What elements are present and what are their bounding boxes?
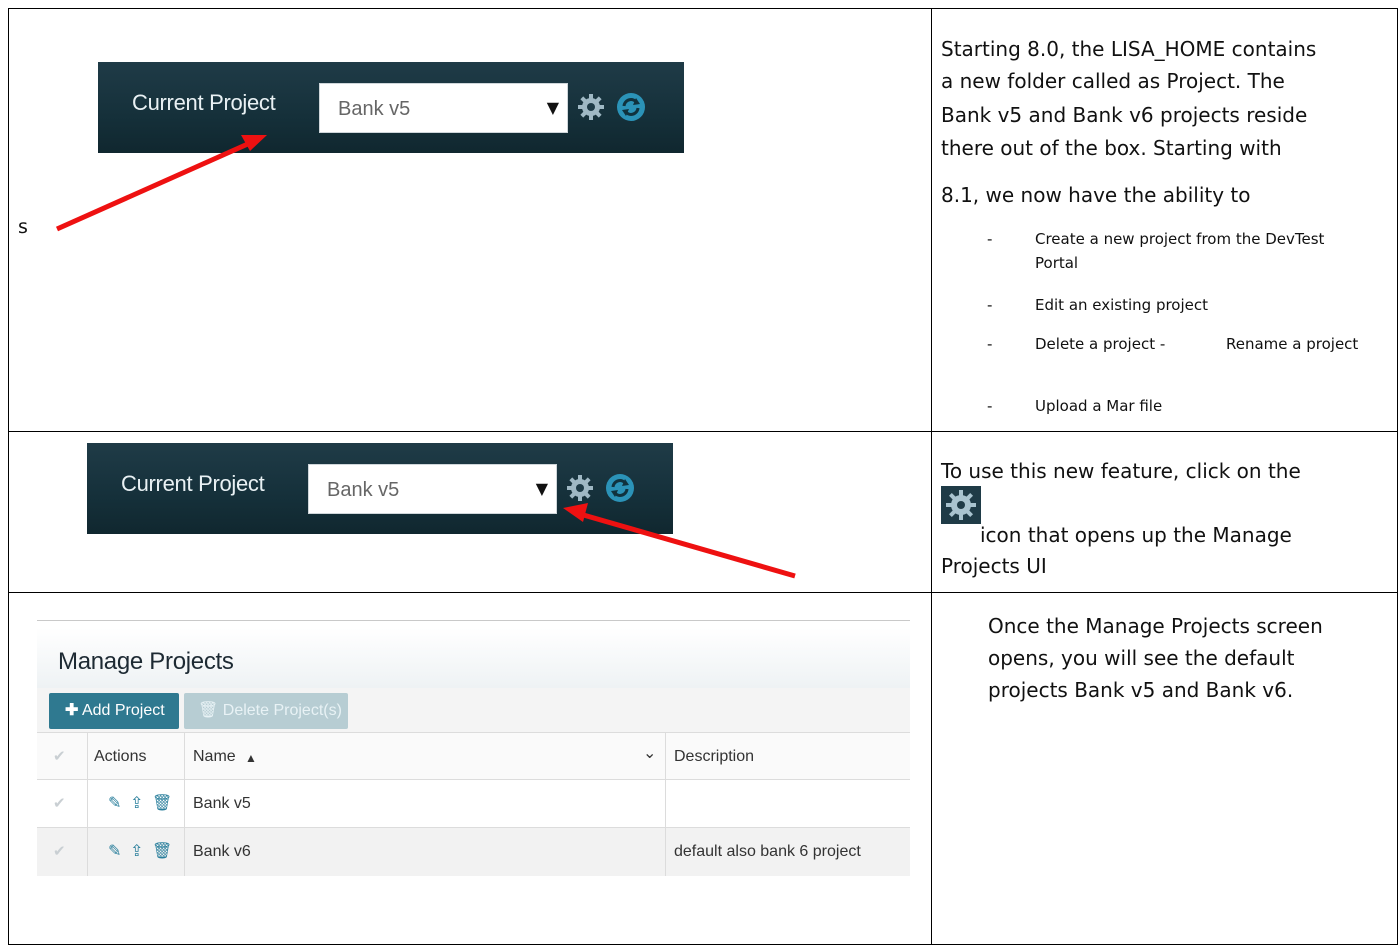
row2-instruction-line-3: Projects UI <box>941 554 1047 578</box>
project-select-value: Bank v5 <box>338 98 411 120</box>
project-select-value: Bank v5 <box>327 479 400 501</box>
delete-projects-button[interactable]: 🗑 Delete Project(s) <box>184 693 348 729</box>
divider <box>37 620 910 621</box>
column-menu-icon[interactable]: ⌄ <box>643 743 656 763</box>
trash-icon[interactable]: 🗑 <box>152 793 172 812</box>
row3-description-line-3: projects Bank v5 and Bank v6. <box>988 678 1294 702</box>
table-row[interactable]: ✔ ✎ ⇪ 🗑 Bank v5 <box>37 780 910 828</box>
add-project-button[interactable]: ✚ Add Project <box>49 693 179 729</box>
list-bullet: - <box>987 230 993 248</box>
row-name-cell: Bank v6 <box>185 828 666 876</box>
list-item-rename: Rename a project <box>1226 335 1359 353</box>
list-bullet: - <box>987 296 993 314</box>
row-actions-cell: ✎ ⇪ 🗑 <box>88 828 185 876</box>
row1-description-line-3: Bank v5 and Bank v6 projects reside <box>941 103 1308 127</box>
project-description: default also bank 6 project <box>674 843 861 860</box>
table-row[interactable]: ✔ ✎ ⇪ 🗑 Bank v6 default also bank 6 proj… <box>37 828 910 876</box>
row-actions-cell: ✎ ⇪ 🗑 <box>88 780 185 827</box>
plus-icon: ✚ <box>65 702 79 719</box>
upload-icon[interactable]: ⇪ <box>130 793 143 812</box>
row2-instruction-line-2: icon that opens up the Manage <box>980 523 1292 547</box>
chevron-down-icon: ▼ <box>535 479 548 498</box>
sort-ascending-icon: ▲ <box>245 751 257 765</box>
refresh-icon[interactable] <box>616 92 646 122</box>
chevron-down-icon: ▼ <box>546 98 559 117</box>
edit-icon[interactable]: ✎ <box>108 793 121 812</box>
row-divider-2 <box>9 592 1397 593</box>
edit-icon[interactable]: ✎ <box>108 841 121 860</box>
delete-projects-label: Delete Project(s) <box>222 702 342 719</box>
manage-projects-panel: Manage Projects ✚ Add Project 🗑 Delete P… <box>37 620 910 881</box>
column-header-label: Description <box>674 748 755 765</box>
row1-description-line-4: there out of the box. Starting with <box>941 136 1282 160</box>
row3-description-line-2: opens, you will see the default <box>988 646 1295 670</box>
column-divider <box>931 9 932 944</box>
check-icon: ✔ <box>53 794 66 812</box>
list-item-create-cont: Portal <box>1035 254 1079 272</box>
current-project-banner: Current Project Bank v5 ▼ <box>87 443 673 534</box>
column-header-description: Description <box>666 733 910 779</box>
row-name-cell: Bank v5 <box>185 780 666 827</box>
current-project-banner: Current Project Bank v5 ▼ <box>98 62 684 153</box>
upload-icon[interactable]: ⇪ <box>130 841 143 860</box>
manage-projects-toolbar: ✚ Add Project 🗑 Delete Project(s) <box>37 688 910 732</box>
page-title: Manage Projects <box>58 648 234 675</box>
column-header-actions: Actions <box>88 733 185 779</box>
table-header-row: ✔ Actions Name ▲ ⌄ Description <box>37 732 910 780</box>
gear-icon <box>941 486 981 524</box>
row3-description-line-1: Once the Manage Projects screen <box>988 614 1323 638</box>
column-header-name[interactable]: Name ▲ ⌄ <box>185 733 666 779</box>
row1-description-line-2: a new folder called as Project. The <box>941 69 1285 93</box>
row2-instruction-line-1: To use this new feature, click on the <box>941 459 1301 483</box>
add-project-label: Add Project <box>81 702 165 719</box>
row1-description-line-1: Starting 8.0, the LISA_HOME contains <box>941 37 1317 61</box>
current-project-label: Current Project <box>121 471 265 496</box>
gear-icon[interactable] <box>576 92 606 122</box>
column-header-label: Name <box>193 748 236 765</box>
current-project-label: Current Project <box>132 90 276 115</box>
list-bullet: - <box>987 335 993 353</box>
project-select[interactable]: Bank v5 ▼ <box>308 464 557 514</box>
list-item-delete: Delete a project - <box>1035 335 1166 353</box>
check-icon: ✔ <box>53 842 66 860</box>
gear-icon[interactable] <box>565 473 595 503</box>
select-all-cell[interactable]: ✔ <box>37 733 88 779</box>
project-name: Bank v5 <box>193 795 251 812</box>
list-item-upload: Upload a Mar file <box>1035 397 1163 415</box>
refresh-icon[interactable] <box>605 473 635 503</box>
stray-text: s <box>18 216 28 238</box>
list-item-create: Create a new project from the DevTest <box>1035 230 1325 248</box>
trash-icon: 🗑 <box>198 702 219 719</box>
row-description-cell <box>666 780 910 827</box>
trash-icon[interactable]: 🗑 <box>152 841 172 860</box>
row-select-cell[interactable]: ✔ <box>37 828 88 876</box>
manage-projects-header: Manage Projects <box>37 628 910 688</box>
row-select-cell[interactable]: ✔ <box>37 780 88 827</box>
project-name: Bank v6 <box>193 843 251 860</box>
check-icon: ✔ <box>53 747 66 765</box>
list-item-edit: Edit an existing project <box>1035 296 1209 314</box>
row-divider-1 <box>9 431 1397 432</box>
project-select[interactable]: Bank v5 ▼ <box>319 83 568 133</box>
row1-description-line-5: 8.1, we now have the ability to <box>941 183 1251 207</box>
column-header-label: Actions <box>94 748 147 765</box>
list-bullet: - <box>987 397 993 415</box>
row-description-cell: default also bank 6 project <box>666 828 910 876</box>
